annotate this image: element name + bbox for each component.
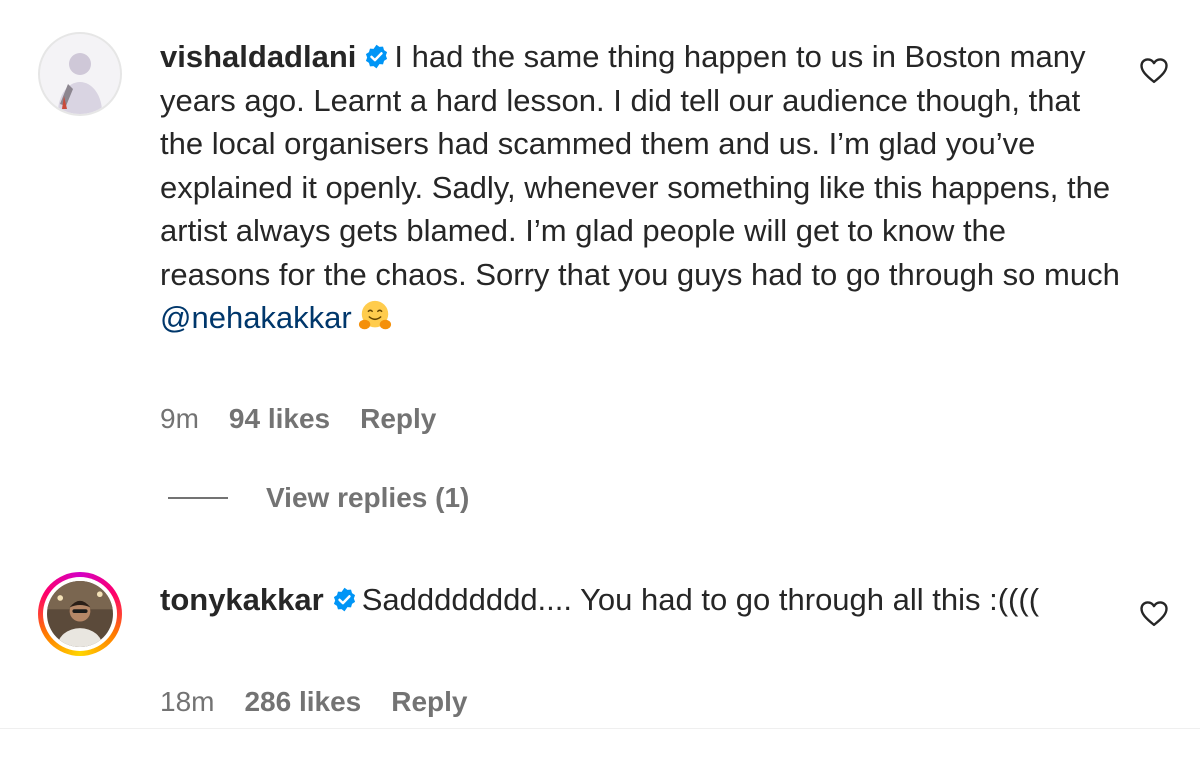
likes-count[interactable]: 94 likes: [229, 403, 330, 435]
avatar[interactable]: [38, 32, 122, 116]
username[interactable]: vishaldadlani: [160, 39, 356, 74]
avatar-ring-inner: [43, 577, 117, 651]
divider-line: [168, 497, 228, 499]
verified-badge-icon: [333, 587, 355, 612]
view-replies-button[interactable]: View replies (1): [168, 482, 469, 514]
heart-outline-icon[interactable]: [1139, 599, 1169, 627]
reply-button[interactable]: Reply: [360, 403, 436, 435]
heart-outline-icon[interactable]: [1139, 56, 1169, 84]
bottom-divider: [0, 728, 1200, 729]
reply-button[interactable]: Reply: [391, 686, 467, 718]
comment-time: 18m: [160, 686, 215, 717]
avatar-story-ring[interactable]: [38, 572, 122, 656]
verified-badge-icon: [366, 44, 388, 69]
comment-meta: 9m 94 likes Reply: [160, 403, 466, 435]
comment-body: vishaldadlani I had the same thing happen…: [160, 35, 1120, 340]
comment-text: Sadddddddd.... You had to go through all…: [361, 582, 1040, 617]
comment-text: I had the same thing happen to us in Bos…: [160, 39, 1120, 292]
mention-link[interactable]: @nehakakkar: [160, 300, 352, 335]
comment-body: tonykakkar Sadddddddd.... You had to go t…: [160, 578, 1120, 622]
comment-time: 9m: [160, 403, 199, 434]
avatar-image: [47, 581, 113, 647]
likes-count[interactable]: 286 likes: [244, 686, 361, 718]
username[interactable]: tonykakkar: [160, 582, 324, 617]
hugging-face-emoji-icon: [358, 300, 391, 330]
view-replies-label: View replies (1): [266, 482, 470, 513]
avatar-image: [40, 34, 120, 114]
comment-meta: 18m 286 likes Reply: [160, 686, 498, 718]
